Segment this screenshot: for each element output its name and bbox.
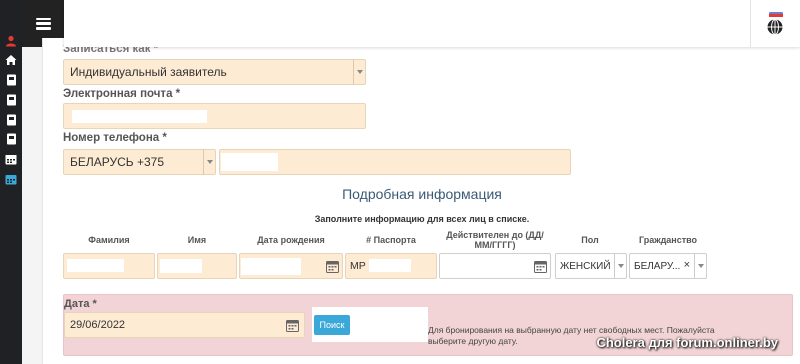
top-bar — [64, 0, 800, 47]
calendar-icon[interactable] — [4, 172, 18, 186]
register-as-select[interactable]: Индивидуальный заявитель — [63, 59, 366, 85]
home-icon[interactable] — [4, 53, 18, 67]
col-gender: Пол — [581, 235, 599, 245]
redacted-surname — [67, 259, 124, 272]
calendar-icon[interactable] — [326, 260, 339, 273]
language-button[interactable] — [750, 0, 800, 47]
date-label: Дата * — [64, 298, 97, 310]
name-input[interactable] — [157, 253, 237, 279]
user-icon[interactable] — [4, 34, 18, 48]
birth-date-input[interactable] — [239, 253, 343, 279]
chevron-down-icon — [203, 149, 216, 175]
phone-country-value: БЕЛАРУСЬ +375 — [70, 155, 165, 169]
watermark: Cholera для forum.onliner.by — [596, 335, 778, 350]
redacted-birth-date — [241, 258, 301, 275]
col-birth-date: Дата рождения — [257, 235, 325, 245]
redacted-passport — [369, 259, 411, 272]
search-button[interactable]: Поиск — [314, 315, 350, 335]
book-icon[interactable] — [4, 132, 18, 146]
clear-icon[interactable]: × — [684, 259, 690, 271]
col-surname: Фамилия — [88, 235, 130, 245]
details-subtitle: Заполните информацию для всех лиц в спис… — [314, 214, 530, 224]
col-passport: # Паспорта — [366, 235, 416, 245]
book-icon[interactable] — [4, 73, 18, 87]
passport-value: MP — [350, 260, 366, 272]
redacted-name — [160, 259, 202, 273]
date-value: 29/06/2022 — [70, 319, 126, 331]
phone-label: Номер телефона * — [63, 132, 167, 144]
booking-form: Записаться как * Индивидуальный заявител… — [42, 38, 800, 364]
left-sidebar — [0, 0, 22, 364]
gender-select[interactable]: ЖЕНСКИЙ — [555, 253, 627, 279]
phone-country-select[interactable]: БЕЛАРУСЬ +375 — [63, 149, 216, 175]
date-input[interactable]: 29/06/2022 — [64, 312, 305, 338]
surname-input[interactable] — [63, 253, 155, 279]
chevron-down-icon — [694, 253, 707, 279]
redacted-email — [72, 110, 207, 123]
col-citizenship: Гражданство — [638, 235, 698, 245]
calendar-icon[interactable] — [534, 260, 547, 273]
email-label: Электронная почта * — [63, 88, 181, 100]
chevron-down-icon — [353, 59, 366, 85]
phone-number-field[interactable] — [219, 149, 571, 175]
search-area: Поиск — [312, 307, 428, 342]
passport-input[interactable]: MP — [345, 253, 437, 279]
valid-until-input[interactable] — [439, 253, 551, 279]
email-field[interactable] — [63, 103, 366, 129]
calendar-icon[interactable] — [286, 319, 299, 332]
details-title: Подробная информация — [342, 186, 502, 202]
calendar-icon[interactable] — [4, 152, 18, 166]
gender-value: ЖЕНСКИЙ — [560, 260, 611, 272]
hamburger-icon — [35, 17, 51, 30]
redacted-phone — [221, 153, 278, 171]
col-valid-until: Действителен до (ДД/ММ/ГГГГ) — [446, 230, 544, 250]
col-name: Имя — [187, 235, 207, 245]
book-icon[interactable] — [4, 113, 18, 127]
citizenship-value: БЕЛАРУ... — [634, 260, 681, 272]
book-icon[interactable] — [4, 93, 18, 107]
register-as-value: Индивидуальный заявитель — [70, 65, 227, 79]
globe-icon — [767, 11, 783, 35]
citizenship-select[interactable]: БЕЛАРУ... × — [629, 253, 707, 279]
chevron-down-icon — [614, 253, 627, 279]
